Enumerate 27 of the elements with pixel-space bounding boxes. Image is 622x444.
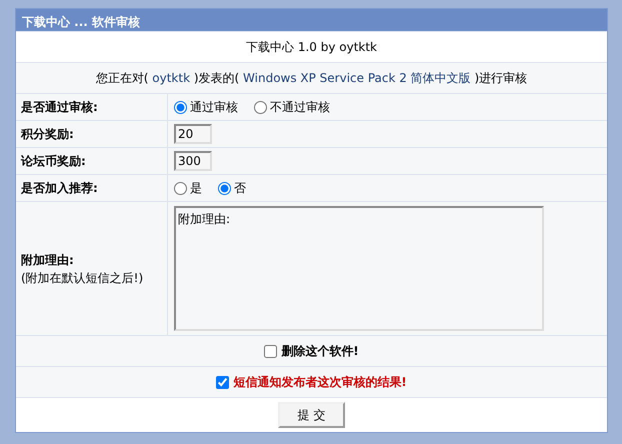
panel-title: 下载中心 ... 软件审核 [16, 9, 607, 31]
radio-button[interactable] [174, 182, 187, 194]
radio-label: 通过审核 [190, 99, 238, 116]
radio-button[interactable] [254, 100, 267, 114]
subtitle-text: 下载中心 1.0 by oytktk [245, 39, 378, 56]
software-link[interactable]: Windows XP Service Pack 2 简体中文版 [243, 71, 471, 85]
input-field[interactable]: 300 [174, 151, 212, 171]
user-link[interactable]: oytktk [152, 71, 190, 85]
field-label: 论坛币奖励: [21, 153, 87, 170]
radio-button[interactable] [218, 182, 231, 194]
field-label: 是否加入推荐: [21, 180, 99, 197]
reason-textarea[interactable]: 附加理由: [174, 206, 544, 331]
checkbox[interactable] [216, 376, 230, 388]
radio-label: 不通过审核 [270, 99, 330, 116]
checkbox-label: 短信通知发布者这次审核的结果! [233, 374, 407, 391]
field-note: (附加在默认短信之后!) [21, 270, 144, 286]
field-label: 附加理由: [21, 252, 75, 268]
review-notice: 您正在对( oytktk )发表的( Windows XP Service Pack 2 简体中文版 )进行审核 [94, 70, 528, 87]
input-field[interactable]: 20 [174, 124, 212, 144]
checkbox[interactable] [264, 344, 278, 358]
radio-label: 否 [234, 180, 246, 197]
radio-label: 是 [190, 180, 202, 197]
checkbox-label: 删除这个软件! [281, 343, 359, 360]
submit-button[interactable]: 提 交 [278, 402, 346, 428]
field-label: 是否通过审核: [21, 99, 99, 116]
field-label: 积分奖励: [21, 126, 75, 143]
radio-button[interactable] [174, 100, 187, 114]
